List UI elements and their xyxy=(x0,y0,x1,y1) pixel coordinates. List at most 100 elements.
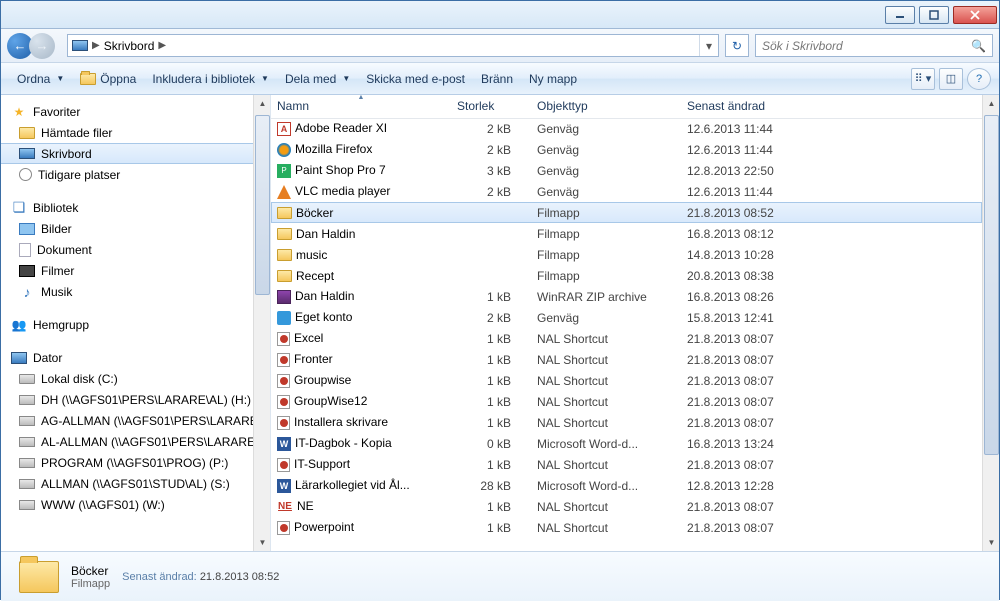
table-row[interactable]: Eget konto2 kBGenväg15.8.2013 12:41 xyxy=(271,307,982,328)
share-menu[interactable]: Dela med▼ xyxy=(277,68,358,90)
file-size: 2 kB xyxy=(451,139,531,160)
file-type: NAL Shortcut xyxy=(531,391,681,412)
table-row[interactable]: IT-Support1 kBNAL Shortcut21.8.2013 08:0… xyxy=(271,454,982,475)
sidebar-item[interactable]: WWW (\\AGFS01) (W:) xyxy=(1,494,270,515)
table-row[interactable]: ReceptFilmapp20.8.2013 08:38 xyxy=(271,265,982,286)
scroll-up-icon[interactable]: ▲ xyxy=(255,95,270,112)
search-icon[interactable]: 🔍 xyxy=(971,39,986,53)
file-size: 1 kB xyxy=(451,286,531,307)
minimize-button[interactable] xyxy=(885,6,915,24)
file-modified: 12.8.2013 22:50 xyxy=(681,160,982,181)
computer-header[interactable]: Dator xyxy=(1,347,270,368)
file-type: Genväg xyxy=(531,181,681,202)
file-type: NAL Shortcut xyxy=(531,454,681,475)
maximize-button[interactable] xyxy=(919,6,949,24)
folder-i-icon xyxy=(277,249,292,261)
scroll-down-icon[interactable]: ▼ xyxy=(255,534,270,551)
table-row[interactable]: VLC media player2 kBGenväg12.6.2013 11:4… xyxy=(271,181,982,202)
sidebar-item[interactable]: Tidigare platser xyxy=(1,164,270,185)
table-row[interactable]: WIT-Dagbok - Kopia0 kBMicrosoft Word-d..… xyxy=(271,433,982,454)
table-row[interactable]: Dan Haldin1 kBWinRAR ZIP archive16.8.201… xyxy=(271,286,982,307)
sidebar-item[interactable]: Lokal disk (C:) xyxy=(1,368,270,389)
list-scrollbar[interactable]: ▲ ▼ xyxy=(982,95,999,551)
file-modified: 20.8.2013 08:38 xyxy=(681,265,982,286)
table-row[interactable]: Excel1 kBNAL Shortcut21.8.2013 08:07 xyxy=(271,328,982,349)
scroll-thumb[interactable] xyxy=(255,115,270,295)
breadcrumb-dropdown[interactable]: ▾ xyxy=(699,35,718,56)
file-type: NAL Shortcut xyxy=(531,328,681,349)
new-folder-button[interactable]: Ny mapp xyxy=(521,68,585,90)
help-button[interactable]: ? xyxy=(967,68,991,90)
view-menu[interactable]: ⠿ ▾ xyxy=(911,68,935,90)
breadcrumb[interactable]: ▶ Skrivbord ▶ ▾ xyxy=(67,34,719,57)
file-size: 1 kB xyxy=(451,370,531,391)
details-name: Böcker xyxy=(71,564,110,578)
column-size[interactable]: Storlek xyxy=(451,95,531,118)
table-row[interactable]: WLärarkollegiet vid Ål...28 kBMicrosoft … xyxy=(271,475,982,496)
file-name: Mozilla Firefox xyxy=(295,142,372,156)
details-pane: Böcker Filmapp Senast ändrad: 21.8.2013 … xyxy=(1,551,999,601)
folder-icon xyxy=(80,73,96,85)
table-row[interactable]: AAdobe Reader XI2 kBGenväg12.6.2013 11:4… xyxy=(271,118,982,139)
file-modified: 16.8.2013 08:12 xyxy=(681,223,982,244)
details-modified: Senast ändrad: 21.8.2013 08:52 xyxy=(122,571,279,583)
preview-pane-button[interactable]: ◫ xyxy=(939,68,963,90)
email-button[interactable]: Skicka med e-post xyxy=(358,68,473,90)
table-row[interactable]: BöckerFilmapp21.8.2013 08:52 xyxy=(271,202,982,223)
breadcrumb-segment[interactable]: Skrivbord xyxy=(104,39,155,53)
file-name: VLC media player xyxy=(295,184,390,198)
organize-menu[interactable]: Ordna▼ xyxy=(9,68,72,90)
refresh-button[interactable]: ↻ xyxy=(725,34,749,57)
forward-button[interactable]: → xyxy=(29,33,55,59)
column-name[interactable]: Namn▲ xyxy=(271,95,451,118)
sidebar-item[interactable]: AL-ALLMAN (\\AGFS01\PERS\LARARE\AL) (M:) xyxy=(1,431,270,452)
search-input[interactable]: Sök i Skrivbord 🔍 xyxy=(755,34,993,57)
sidebar-item[interactable]: DH (\\AGFS01\PERS\LARARE\AL) (H:) xyxy=(1,389,270,410)
favorites-header[interactable]: ★Favoriter xyxy=(1,101,270,122)
include-library-menu[interactable]: Inkludera i bibliotek▼ xyxy=(144,68,277,90)
close-button[interactable] xyxy=(953,6,997,24)
table-row[interactable]: Installera skrivare1 kBNAL Shortcut21.8.… xyxy=(271,412,982,433)
sidebar-item[interactable]: PROGRAM (\\AGFS01\PROG) (P:) xyxy=(1,452,270,473)
sidebar-item[interactable]: ♪Musik xyxy=(1,281,270,302)
sidebar-scrollbar[interactable]: ▲ ▼ xyxy=(253,95,270,551)
table-row[interactable]: NENE1 kBNAL Shortcut21.8.2013 08:07 xyxy=(271,496,982,517)
file-size xyxy=(451,244,531,265)
homegroup-group: 👥Hemgrupp xyxy=(1,314,270,335)
table-row[interactable]: GroupWise121 kBNAL Shortcut21.8.2013 08:… xyxy=(271,391,982,412)
sidebar-item[interactable]: Filmer xyxy=(1,260,270,281)
toolbar: Ordna▼ Öppna Inkludera i bibliotek▼ Dela… xyxy=(1,63,999,95)
chevron-right-icon[interactable]: ▶ xyxy=(158,40,166,51)
computer-group: Dator Lokal disk (C:)DH (\\AGFS01\PERS\L… xyxy=(1,347,270,515)
file-table: Namn▲ Storlek Objekttyp Senast ändrad AA… xyxy=(271,95,982,538)
folder-i-icon xyxy=(277,270,292,282)
file-type: WinRAR ZIP archive xyxy=(531,286,681,307)
scroll-up-icon[interactable]: ▲ xyxy=(984,95,999,112)
table-row[interactable]: musicFilmapp14.8.2013 10:28 xyxy=(271,244,982,265)
file-size: 1 kB xyxy=(451,412,531,433)
open-button[interactable]: Öppna xyxy=(72,68,144,90)
scroll-thumb[interactable] xyxy=(984,115,999,455)
sidebar-item[interactable]: AG-ALLMAN (\\AGFS01\PERS\LARARE\AL) (L:) xyxy=(1,410,270,431)
site-icon xyxy=(277,311,291,325)
burn-button[interactable]: Bränn xyxy=(473,68,521,90)
table-row[interactable]: Dan HaldinFilmapp16.8.2013 08:12 xyxy=(271,223,982,244)
sidebar-item[interactable]: Skrivbord xyxy=(1,143,270,164)
scroll-down-icon[interactable]: ▼ xyxy=(984,534,999,551)
sidebar-item[interactable]: Bilder xyxy=(1,218,270,239)
file-type: Genväg xyxy=(531,307,681,328)
table-row[interactable]: Fronter1 kBNAL Shortcut21.8.2013 08:07 xyxy=(271,349,982,370)
table-row[interactable]: Powerpoint1 kBNAL Shortcut21.8.2013 08:0… xyxy=(271,517,982,538)
table-row[interactable]: Groupwise1 kBNAL Shortcut21.8.2013 08:07 xyxy=(271,370,982,391)
libraries-header[interactable]: ❏Bibliotek xyxy=(1,197,270,218)
sidebar-item[interactable]: ALLMAN (\\AGFS01\STUD\AL) (S:) xyxy=(1,473,270,494)
sidebar-item[interactable]: Hämtade filer xyxy=(1,122,270,143)
column-type[interactable]: Objekttyp xyxy=(531,95,681,118)
table-row[interactable]: PPaint Shop Pro 73 kBGenväg12.8.2013 22:… xyxy=(271,160,982,181)
sidebar-item[interactable]: Dokument xyxy=(1,239,270,260)
homegroup-header[interactable]: 👥Hemgrupp xyxy=(1,314,270,335)
column-modified[interactable]: Senast ändrad xyxy=(681,95,982,118)
ne-icon: NE xyxy=(277,499,293,515)
file-size: 0 kB xyxy=(451,433,531,454)
table-row[interactable]: Mozilla Firefox2 kBGenväg12.6.2013 11:44 xyxy=(271,139,982,160)
